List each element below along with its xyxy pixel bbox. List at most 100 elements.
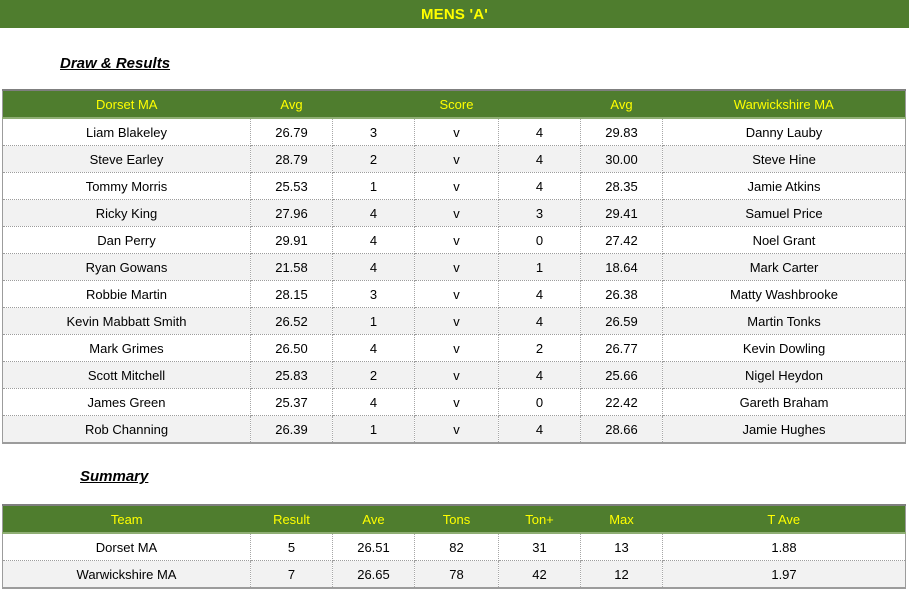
cell-home-player: Dan Perry — [2, 226, 251, 254]
table-row: Ricky King 27.96 4 v 3 29.41 Samuel Price — [2, 199, 906, 227]
cell-result: 5 — [250, 533, 333, 561]
cell-home-player: Mark Grimes — [2, 334, 251, 362]
cell-tons: 82 — [414, 533, 499, 561]
column-header-tons: Tons — [414, 504, 499, 534]
cell-home-player: Tommy Morris — [2, 172, 251, 200]
cell-away-legs: 4 — [498, 280, 581, 308]
cell-home-avg: 26.39 — [250, 415, 333, 443]
draw-results-table-body: Liam Blakeley 26.79 3 v 4 29.83 Danny Lauby Ste… — [2, 118, 906, 443]
cell-home-player: Liam Blakeley — [2, 118, 251, 146]
draw-results-heading: Draw & Results — [60, 55, 171, 72]
cell-home-avg: 21.58 — [250, 253, 333, 281]
page-title: MENS 'A' — [420, 5, 489, 23]
cell-max: 13 — [580, 533, 663, 561]
cell-away-avg: 26.77 — [580, 334, 663, 362]
column-header-home-legs — [332, 89, 415, 119]
cell-t-ave: 1.97 — [662, 560, 906, 588]
cell-score: v — [414, 334, 499, 362]
cell-home-player: Ricky King — [2, 199, 251, 227]
cell-home-legs: 1 — [332, 307, 415, 335]
cell-home-player: Rob Channing — [2, 415, 251, 443]
table-row: Tommy Morris 25.53 1 v 4 28.35 Jamie Atkins — [2, 172, 906, 200]
table-row: Kevin Mabbatt Smith 26.52 1 v 4 26.59 Martin T… — [2, 307, 906, 335]
column-header-home-avg: Avg — [250, 89, 333, 119]
cell-ton-plus: 42 — [498, 560, 581, 588]
cell-home-avg: 26.79 — [250, 118, 333, 146]
cell-score: v — [414, 280, 499, 308]
column-header-away-team: Warwickshire MA — [662, 89, 906, 119]
table-row: Warwickshire MA 7 26.65 78 42 12 1.97 — [2, 560, 906, 588]
cell-score: v — [414, 172, 499, 200]
cell-away-player: Danny Lauby — [662, 118, 906, 146]
cell-away-player: Samuel Price — [662, 199, 906, 227]
cell-home-avg: 28.79 — [250, 145, 333, 173]
cell-home-player: Robbie Martin — [2, 280, 251, 308]
cell-home-avg: 29.91 — [250, 226, 333, 254]
cell-home-avg: 26.52 — [250, 307, 333, 335]
cell-home-legs: 1 — [332, 415, 415, 443]
draw-results-table: Dorset MA Avg Score Avg Warwickshire MA … — [2, 89, 906, 444]
cell-away-avg: 29.83 — [580, 118, 663, 146]
column-header-ton-plus: Ton+ — [498, 504, 581, 534]
cell-home-player: James Green — [2, 388, 251, 416]
cell-home-legs: 2 — [332, 145, 415, 173]
cell-home-legs: 4 — [332, 334, 415, 362]
cell-away-player: Jamie Hughes — [662, 415, 906, 443]
cell-home-legs: 3 — [332, 118, 415, 146]
summary-table-header: Team Result Ave Tons Ton+ Max T Ave — [2, 504, 906, 534]
cell-home-avg: 28.15 — [250, 280, 333, 308]
cell-team: Warwickshire MA — [2, 560, 251, 588]
table-row: Rob Channing 26.39 1 v 4 28.66 Jamie Hughes — [2, 415, 906, 443]
cell-home-player: Ryan Gowans — [2, 253, 251, 281]
cell-home-legs: 4 — [332, 253, 415, 281]
cell-away-player: Kevin Dowling — [662, 334, 906, 362]
cell-away-player: Noel Grant — [662, 226, 906, 254]
cell-away-player: Jamie Atkins — [662, 172, 906, 200]
column-header-team: Team — [2, 504, 251, 534]
cell-away-avg: 30.00 — [580, 145, 663, 173]
table-row: James Green 25.37 4 v 0 22.42 Gareth Braham — [2, 388, 906, 416]
cell-away-avg: 28.35 — [580, 172, 663, 200]
table-header-row: Team Result Ave Tons Ton+ Max T Ave — [2, 504, 906, 534]
cell-score: v — [414, 388, 499, 416]
cell-ave: 26.51 — [332, 533, 415, 561]
cell-home-player: Kevin Mabbatt Smith — [2, 307, 251, 335]
cell-score: v — [414, 226, 499, 254]
cell-home-player: Scott Mitchell — [2, 361, 251, 389]
page-title-bar: MENS 'A' — [0, 0, 909, 28]
column-header-home-team: Dorset MA — [2, 89, 251, 119]
cell-score: v — [414, 118, 499, 146]
cell-away-legs: 4 — [498, 361, 581, 389]
cell-away-legs: 4 — [498, 307, 581, 335]
cell-home-avg: 25.83 — [250, 361, 333, 389]
table-row: Mark Grimes 26.50 4 v 2 26.77 Kevin Dowling — [2, 334, 906, 362]
cell-home-avg: 27.96 — [250, 199, 333, 227]
cell-away-legs: 3 — [498, 199, 581, 227]
summary-table-body: Dorset MA 5 26.51 82 31 13 1.88 Warwickshire MA… — [2, 533, 906, 588]
cell-home-legs: 4 — [332, 226, 415, 254]
cell-away-avg: 18.64 — [580, 253, 663, 281]
cell-away-avg: 26.59 — [580, 307, 663, 335]
cell-away-avg: 29.41 — [580, 199, 663, 227]
summary-heading: Summary — [80, 468, 149, 485]
table-row: Dorset MA 5 26.51 82 31 13 1.88 — [2, 533, 906, 561]
cell-home-legs: 3 — [332, 280, 415, 308]
column-header-max: Max — [580, 504, 663, 534]
cell-home-player: Steve Earley — [2, 145, 251, 173]
cell-away-avg: 25.66 — [580, 361, 663, 389]
cell-away-player: Steve Hine — [662, 145, 906, 173]
table-row: Steve Earley 28.79 2 v 4 30.00 Steve Hine — [2, 145, 906, 173]
cell-away-legs: 1 — [498, 253, 581, 281]
table-row: Ryan Gowans 21.58 4 v 1 18.64 Mark Carter — [2, 253, 906, 281]
column-header-t-ave: T Ave — [662, 504, 906, 534]
cell-ave: 26.65 — [332, 560, 415, 588]
draw-results-section: Draw & Results Dorset MA Avg Score Avg W… — [0, 28, 909, 444]
cell-home-legs: 2 — [332, 361, 415, 389]
cell-score: v — [414, 307, 499, 335]
column-header-score: Score — [414, 89, 499, 119]
column-header-away-legs — [498, 89, 581, 119]
cell-away-legs: 4 — [498, 118, 581, 146]
summary-table: Team Result Ave Tons Ton+ Max T Ave Dors… — [2, 504, 906, 589]
table-row: Scott Mitchell 25.83 2 v 4 25.66 Nigel Heydon — [2, 361, 906, 389]
cell-away-player: Gareth Braham — [662, 388, 906, 416]
